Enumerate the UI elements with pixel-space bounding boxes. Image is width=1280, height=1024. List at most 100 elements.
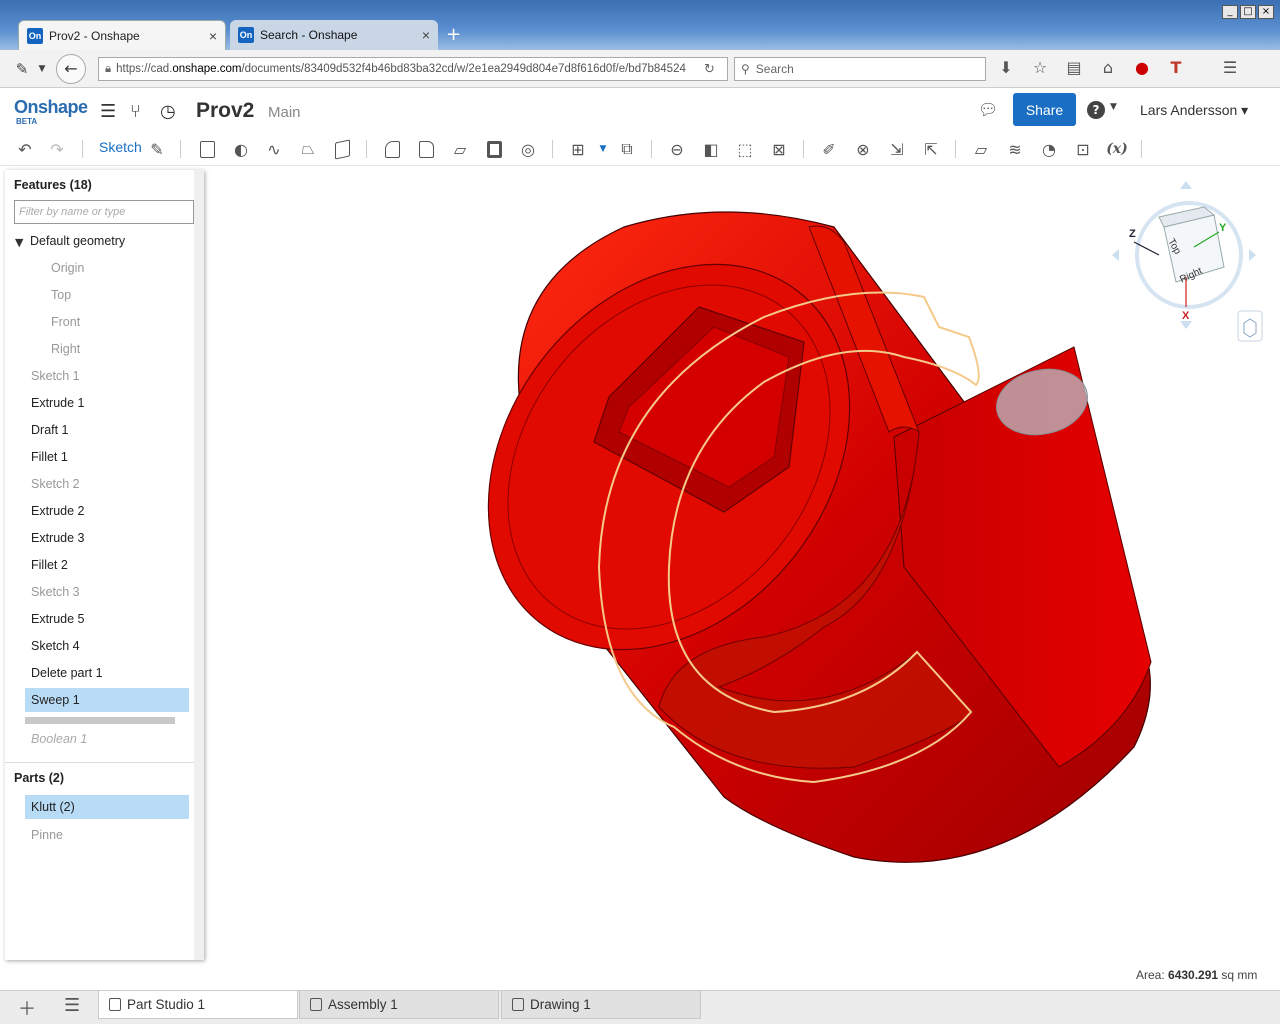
feature-item[interactable]: Fillet 2	[31, 553, 195, 577]
delete-part-icon[interactable]: ⊠	[768, 138, 790, 160]
plane-front[interactable]: Front	[51, 310, 215, 334]
fit-spline-icon[interactable]: ⊡	[1072, 138, 1094, 160]
helix-icon[interactable]: ≋	[1004, 138, 1026, 160]
fillet-icon[interactable]	[381, 138, 403, 160]
minimize-button[interactable]: _	[1222, 5, 1238, 19]
tab-list-icon[interactable]: ☰	[64, 995, 80, 1016]
reload-icon[interactable]: ↻	[704, 62, 715, 77]
onshape-logo[interactable]: Onshape	[14, 97, 88, 118]
close-tab-icon[interactable]: ×	[209, 28, 217, 44]
bookmark-star-icon[interactable]: ☆	[1028, 58, 1052, 77]
home-icon[interactable]: ⌂	[1096, 58, 1120, 77]
add-tab-icon[interactable]: ＋	[18, 995, 36, 1021]
tab-part-studio-1[interactable]: Part Studio 1	[98, 991, 298, 1019]
branch-icon[interactable]: ⑂	[130, 101, 141, 122]
split-icon[interactable]: ◧	[700, 138, 722, 160]
chevron-down-icon[interactable]: ▼	[592, 138, 614, 160]
plane-origin[interactable]: Origin	[51, 256, 215, 280]
view-cube[interactable]: Top Right Z Y X	[1112, 181, 1256, 329]
url-bar[interactable]: 🔒︎ https://cad. onshape.com/documents/834…	[98, 57, 728, 81]
back-button[interactable]: ←	[56, 53, 86, 84]
part-klutt[interactable]: Klutt (2)	[25, 795, 189, 819]
boolean-icon[interactable]: ⊖	[666, 138, 688, 160]
plane-right[interactable]: Right	[51, 337, 215, 361]
move-face-icon[interactable]: ⇲	[886, 138, 908, 160]
chamfer-icon[interactable]	[415, 138, 437, 160]
feature-item[interactable]: Sketch 2	[31, 472, 195, 496]
chevron-down-icon[interactable]: ▼	[1110, 102, 1117, 112]
browser-tab-active[interactable]: On Prov2 - Onshape ×	[18, 20, 226, 50]
share-button[interactable]: Share	[1013, 93, 1076, 126]
loft-icon[interactable]: ⏢	[297, 138, 319, 160]
redo-icon[interactable]: ↷	[46, 138, 68, 160]
transform-icon[interactable]: ⬚	[734, 138, 756, 160]
feature-item[interactable]: Fillet 1	[31, 445, 195, 469]
chevron-down-icon[interactable]: ▼	[15, 236, 23, 249]
mirror-icon[interactable]: ⧉	[616, 138, 638, 160]
view-options-icon[interactable]	[1237, 310, 1263, 342]
delete-face-icon[interactable]: ⊗	[852, 138, 874, 160]
chevron-down-icon[interactable]: ▼	[34, 57, 50, 81]
user-menu[interactable]: Lars Andersson ▾	[1140, 102, 1248, 119]
feature-item[interactable]: Sweep 1	[25, 688, 189, 712]
close-window-button[interactable]: ×	[1258, 5, 1274, 19]
feature-item[interactable]: Extrude 1	[31, 391, 195, 415]
adblock-icon[interactable]: ●	[1130, 58, 1154, 77]
menu-icon[interactable]: ☰	[100, 101, 116, 122]
model-canvas[interactable]: Top Right Z Y X	[204, 167, 1280, 989]
new-tab-button[interactable]: +	[446, 24, 461, 45]
toolbar-separator	[552, 140, 553, 158]
tab-assembly-1[interactable]: Assembly 1	[299, 991, 499, 1019]
variable-icon[interactable]: (x)	[1106, 138, 1128, 160]
sketch-button[interactable]: Sketch	[99, 139, 142, 155]
close-tab-icon[interactable]: ×	[422, 27, 430, 43]
help-icon[interactable]: ?	[1087, 101, 1105, 119]
sketch-pencil-icon[interactable]: ✎	[146, 138, 168, 160]
plane-icon[interactable]: ▱	[970, 138, 992, 160]
rollback-bar[interactable]	[25, 717, 175, 724]
history-icon[interactable]: ◷	[160, 101, 176, 122]
feature-item[interactable]: Sketch 4	[31, 634, 195, 658]
feature-item[interactable]: Extrude 5	[31, 607, 195, 631]
mate-connector-icon[interactable]: ◔	[1038, 138, 1060, 160]
addon-t-icon[interactable]: T	[1164, 58, 1188, 77]
rolled-back-feature[interactable]: Boolean 1	[31, 727, 195, 751]
feature-item[interactable]: Sketch 1	[31, 364, 195, 388]
sweep-icon[interactable]: ∿	[263, 138, 285, 160]
default-geometry-folder[interactable]: Default geometry	[30, 229, 194, 253]
addon-icon[interactable]: ✎	[10, 57, 34, 81]
maximize-button[interactable]: □	[1240, 5, 1256, 19]
replace-face-icon[interactable]: ⇱	[920, 138, 942, 160]
axis-z-label: Z	[1129, 228, 1136, 240]
thicken-icon[interactable]	[331, 138, 353, 160]
feature-filter-input[interactable]: Filter by name or type	[14, 200, 194, 224]
shell-icon[interactable]	[483, 138, 505, 160]
download-icon[interactable]: ⬇	[994, 58, 1018, 77]
feature-item[interactable]: Extrude 3	[31, 526, 195, 550]
document-title[interactable]: Prov2	[196, 99, 254, 123]
bottom-tab-bar: ＋ ☰ Part Studio 1 Assembly 1 Drawing 1	[0, 990, 1280, 1024]
tab-drawing-1[interactable]: Drawing 1	[501, 991, 701, 1019]
reading-list-icon[interactable]: ▤	[1062, 58, 1086, 77]
extrude-icon[interactable]	[196, 138, 218, 160]
toolbar-separator	[955, 140, 956, 158]
feature-item[interactable]: Sketch 3	[31, 580, 195, 604]
revolve-icon[interactable]: ◐	[230, 138, 252, 160]
axis-y-label: Y	[1219, 222, 1227, 234]
url-path: /documents/83409d532f4b46bd83ba32cd/w/2e…	[241, 63, 686, 75]
hole-icon[interactable]: ◎	[517, 138, 539, 160]
overflow-menu-icon[interactable]: ☰	[1218, 58, 1242, 77]
pattern-icon[interactable]: ⊞	[567, 138, 589, 160]
feature-item[interactable]: Draft 1	[31, 418, 195, 442]
3d-viewport[interactable]: Top Right Z Y X	[204, 167, 1280, 989]
browser-tab-search[interactable]: On Search - Onshape ×	[230, 20, 438, 50]
feature-item[interactable]: Delete part 1	[31, 661, 195, 685]
comment-icon[interactable]: 💬︎	[978, 100, 998, 119]
feature-item[interactable]: Extrude 2	[31, 499, 195, 523]
plane-top[interactable]: Top	[51, 283, 215, 307]
undo-icon[interactable]: ↶	[14, 138, 36, 160]
modify-fillet-icon[interactable]: ✐	[818, 138, 840, 160]
search-input[interactable]: ⚲ Search	[734, 57, 986, 81]
part-pinne[interactable]: Pinne	[31, 823, 195, 847]
draft-icon[interactable]: ⏥	[449, 138, 471, 160]
